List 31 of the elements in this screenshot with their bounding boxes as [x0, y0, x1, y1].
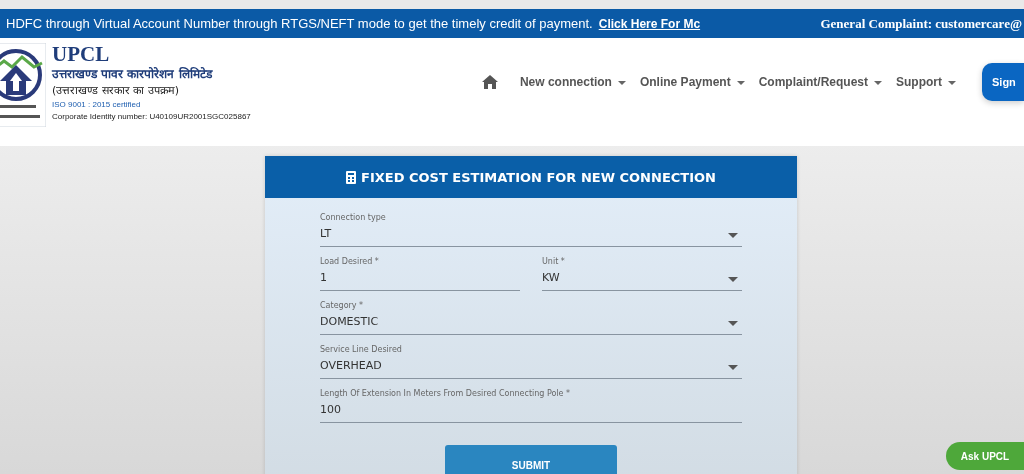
- dropdown-arrow-icon: [728, 277, 738, 282]
- select-field[interactable]: Unit * KW: [542, 256, 742, 291]
- home-icon[interactable]: [481, 75, 498, 89]
- input-field[interactable]: Load Desired * 1: [320, 256, 520, 291]
- select-field[interactable]: Connection type LT: [320, 212, 742, 247]
- calculator-icon: [346, 170, 357, 184]
- sign-in-button[interactable]: Sign: [982, 63, 1024, 101]
- brand-tagline: (उत्तराखण्ड सरकार का उपक्रम): [52, 83, 181, 99]
- input-field[interactable]: Length Of Extension In Meters From Desired Connecting Pole * 100: [320, 388, 742, 423]
- ticker-message: HDFC through Virtual Account Number through RTGS/NEFT mode to get the timely credit of payment.: [6, 16, 593, 31]
- select-field[interactable]: Category * DOMESTIC: [320, 300, 742, 335]
- nav-menu-item[interactable]: Support: [896, 75, 956, 89]
- nav-menu-item[interactable]: New connection: [519, 75, 626, 89]
- brand-name: UPCL: [52, 43, 111, 65]
- select-field[interactable]: Service Line Desired OVERHEAD: [320, 344, 742, 379]
- corporate-id: Corporate Identity number: U40109UR2001SGC025867: [52, 111, 251, 123]
- ticker-link[interactable]: Click Here For Mc: [598, 16, 701, 31]
- caret-icon: [874, 80, 882, 85]
- dropdown-arrow-icon: [728, 365, 738, 370]
- complaint-email: General Complaint: customercare@: [820, 15, 1023, 32]
- dropdown-arrow-icon: [728, 321, 738, 326]
- caret-icon: [736, 80, 745, 85]
- brand-hindi-name: उत्तराखण्ड पावर कारपोरेशन लिमिटेड: [52, 66, 214, 83]
- nav-menu-item[interactable]: Complaint/Request: [758, 75, 882, 89]
- nav-menu-item[interactable]: Online Payment: [639, 75, 745, 89]
- caret-icon: [948, 80, 956, 85]
- iso-certification: ISO 9001 : 2015 certified: [52, 99, 142, 111]
- dropdown-arrow-icon: [728, 233, 738, 238]
- submit-button[interactable]: SUBMIT: [445, 445, 617, 474]
- card-title: FIXED COST ESTIMATION FOR NEW CONNECTION: [361, 169, 716, 185]
- caret-icon: [617, 80, 626, 85]
